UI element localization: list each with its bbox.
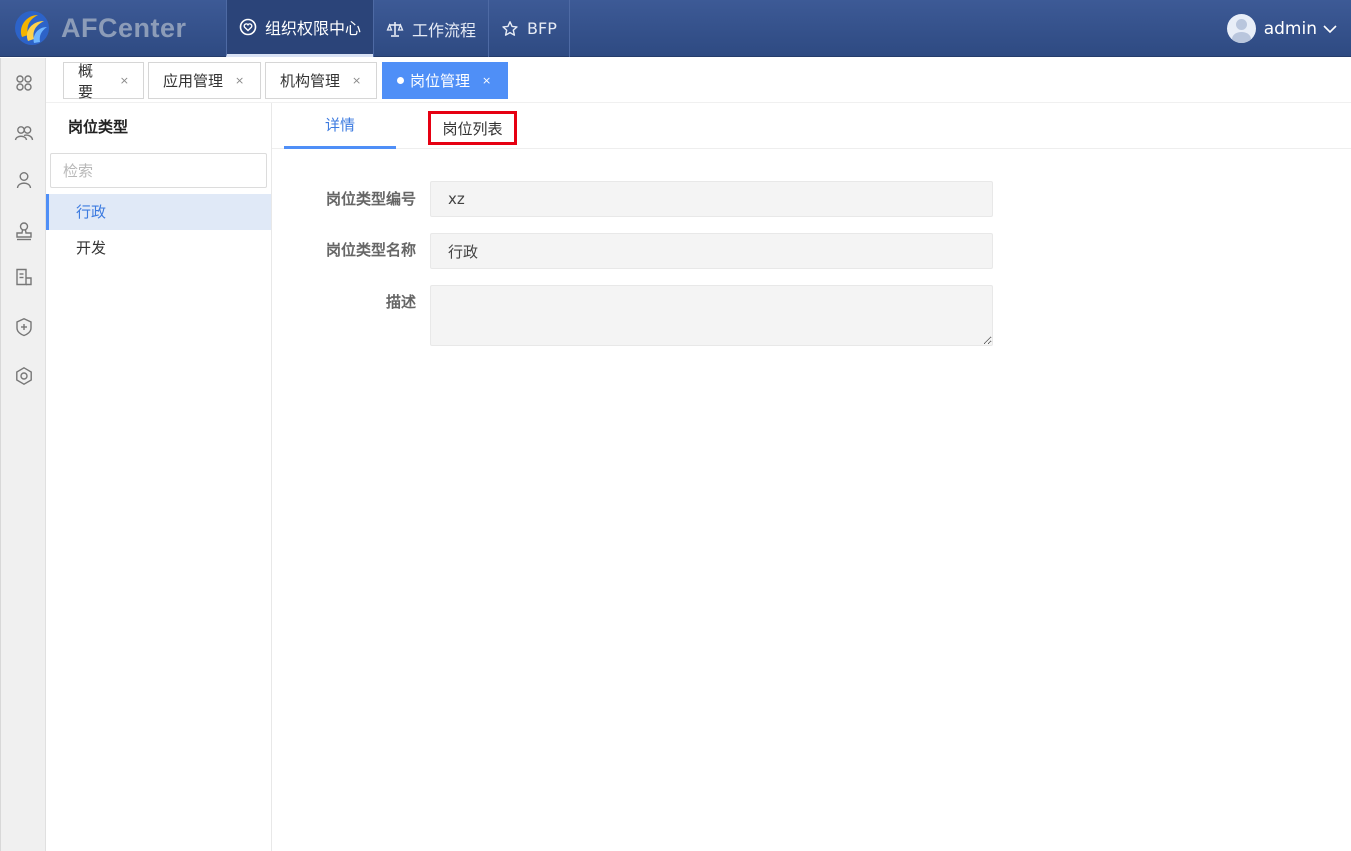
name-label: 岗位类型名称 <box>325 241 416 259</box>
search-input[interactable] <box>50 153 267 188</box>
tab-position-management-label: 岗位管理 <box>410 72 471 90</box>
chevron-down-icon <box>1323 24 1337 33</box>
close-icon[interactable]: × <box>352 74 361 87</box>
topnav-org-permission-label: 组织权限中心 <box>265 19 362 38</box>
topnav-bfp-label: BFP <box>527 19 557 38</box>
top-header: AFCenter 组织权限中心 工作流程 BFP admin <box>0 0 1351 57</box>
tab-position-list[interactable]: 岗位列表 <box>428 111 517 145</box>
tab-details[interactable]: 详情 <box>284 103 396 149</box>
position-type-code-field[interactable] <box>430 181 993 217</box>
tab-position-management[interactable]: 岗位管理 × <box>382 62 508 99</box>
star-icon <box>502 20 518 36</box>
tabs-bar: 概要 × 应用管理 × 机构管理 × 岗位管理 × <box>46 58 1351 103</box>
user-icon[interactable] <box>14 170 34 190</box>
close-icon[interactable]: × <box>235 74 244 87</box>
tree-title: 岗位类型 <box>68 118 129 136</box>
tab-overview-label: 概要 <box>78 61 94 101</box>
tree-item[interactable]: 行政 <box>46 194 271 230</box>
balance-icon <box>386 21 404 37</box>
topnav-org-permission[interactable]: 组织权限中心 <box>226 0 374 57</box>
top-nav: 组织权限中心 工作流程 BFP <box>226 0 570 57</box>
topnav-bfp[interactable]: BFP <box>488 0 570 57</box>
tab-overview[interactable]: 概要 × <box>63 61 144 101</box>
description-field[interactable] <box>430 285 993 346</box>
tab-app-management[interactable]: 应用管理 × <box>148 62 261 99</box>
user-menu[interactable]: admin <box>1226 14 1337 43</box>
app-title: AFCenter <box>61 13 187 43</box>
stamp-icon[interactable] <box>14 221 34 241</box>
user-name: admin <box>1263 18 1317 39</box>
description-label: 描述 <box>385 293 416 311</box>
topnav-workflow-label: 工作流程 <box>412 20 477 40</box>
close-icon[interactable]: × <box>120 74 129 87</box>
heart-icon <box>239 18 257 36</box>
close-icon[interactable]: × <box>482 74 491 87</box>
logo-icon <box>15 11 49 45</box>
apps-icon[interactable] <box>14 73 34 93</box>
tab-org-management[interactable]: 机构管理 × <box>265 62 377 99</box>
detail-tabs: 详情 岗位列表 <box>272 103 1351 149</box>
tab-org-management-label: 机构管理 <box>280 72 341 90</box>
settings-icon[interactable] <box>14 366 34 386</box>
code-label: 岗位类型编号 <box>325 190 416 208</box>
report-icon[interactable] <box>14 267 34 287</box>
shield-plus-icon[interactable] <box>14 317 34 337</box>
icon-rail <box>0 58 46 851</box>
tree-item[interactable]: 开发 <box>46 230 271 266</box>
active-dot-icon <box>397 77 404 84</box>
position-type-name-field[interactable] <box>430 233 993 269</box>
position-type-tree: 岗位类型 行政 开发 <box>46 103 272 851</box>
topnav-workflow[interactable]: 工作流程 <box>373 0 488 57</box>
group-icon[interactable] <box>14 123 34 143</box>
avatar <box>1226 14 1256 43</box>
tab-app-management-label: 应用管理 <box>163 72 224 90</box>
